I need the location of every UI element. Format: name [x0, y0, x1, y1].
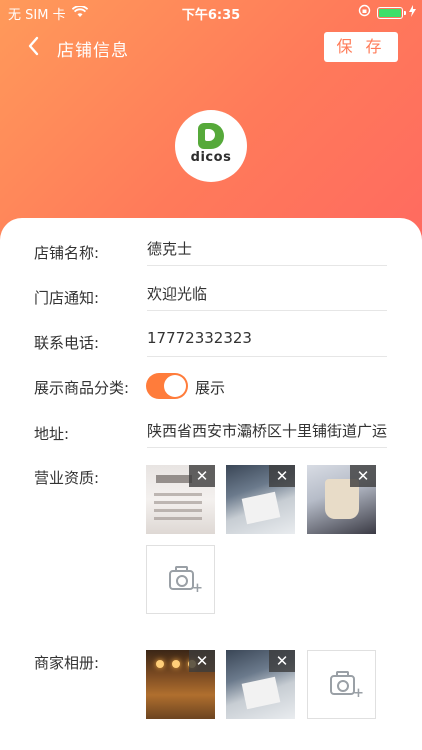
remove-image-icon[interactable]: ✕ [269, 650, 295, 672]
album-image-restaurant[interactable]: ✕ [146, 650, 215, 719]
battery-icon [377, 6, 406, 19]
qualification-image-cup[interactable]: ✕ [307, 465, 376, 534]
chevron-left-icon [28, 36, 39, 56]
qualification-image-desk[interactable]: ✕ [226, 465, 295, 534]
show-category-toggle[interactable] [146, 373, 188, 399]
dicos-chick-icon [198, 123, 224, 149]
show-category-toggle-label: 展示 [195, 379, 226, 397]
logo-text: dicos [190, 150, 232, 165]
charging-icon [409, 4, 416, 21]
remove-image-icon[interactable]: ✕ [350, 465, 376, 487]
rotation-lock-icon [358, 4, 371, 21]
remove-image-icon[interactable]: ✕ [269, 465, 295, 487]
camera-icon [169, 566, 194, 590]
add-qualification-photo-button[interactable]: + [146, 545, 215, 614]
qualification-image-license[interactable]: ✕ [146, 465, 215, 534]
add-album-photo-button[interactable]: + [307, 650, 376, 719]
album-image-desk[interactable]: ✕ [226, 650, 295, 719]
store-logo[interactable]: dicos [175, 110, 247, 182]
back-button[interactable] [22, 34, 46, 58]
save-button[interactable]: 保 存 [324, 32, 398, 62]
phone-input[interactable]: 17772332323 [147, 327, 387, 357]
navigation-bar: 店铺信息 保 存 [0, 28, 422, 68]
camera-icon [330, 671, 355, 695]
store-name-label: 店铺名称: [34, 244, 100, 262]
qualification-label: 营业资质: [34, 469, 100, 487]
plus-icon: + [353, 686, 364, 701]
address-input[interactable]: 陕西省西安市灞桥区十里铺街道广运 [147, 418, 387, 448]
page-title: 店铺信息 [57, 41, 129, 61]
store-name-input[interactable]: 德克士 [147, 236, 387, 266]
remove-image-icon[interactable]: ✕ [189, 650, 215, 672]
plus-icon: + [192, 581, 203, 596]
store-notice-label: 门店通知: [34, 289, 100, 307]
album-label: 商家相册: [34, 654, 100, 672]
remove-image-icon[interactable]: ✕ [189, 465, 215, 487]
status-bar: 无 SIM 卡 下午6:35 [0, 0, 422, 24]
show-category-label: 展示商品分类: [34, 379, 130, 397]
phone-label: 联系电话: [34, 334, 100, 352]
store-notice-input[interactable]: 欢迎光临 [147, 281, 387, 311]
address-label: 地址: [34, 425, 70, 443]
